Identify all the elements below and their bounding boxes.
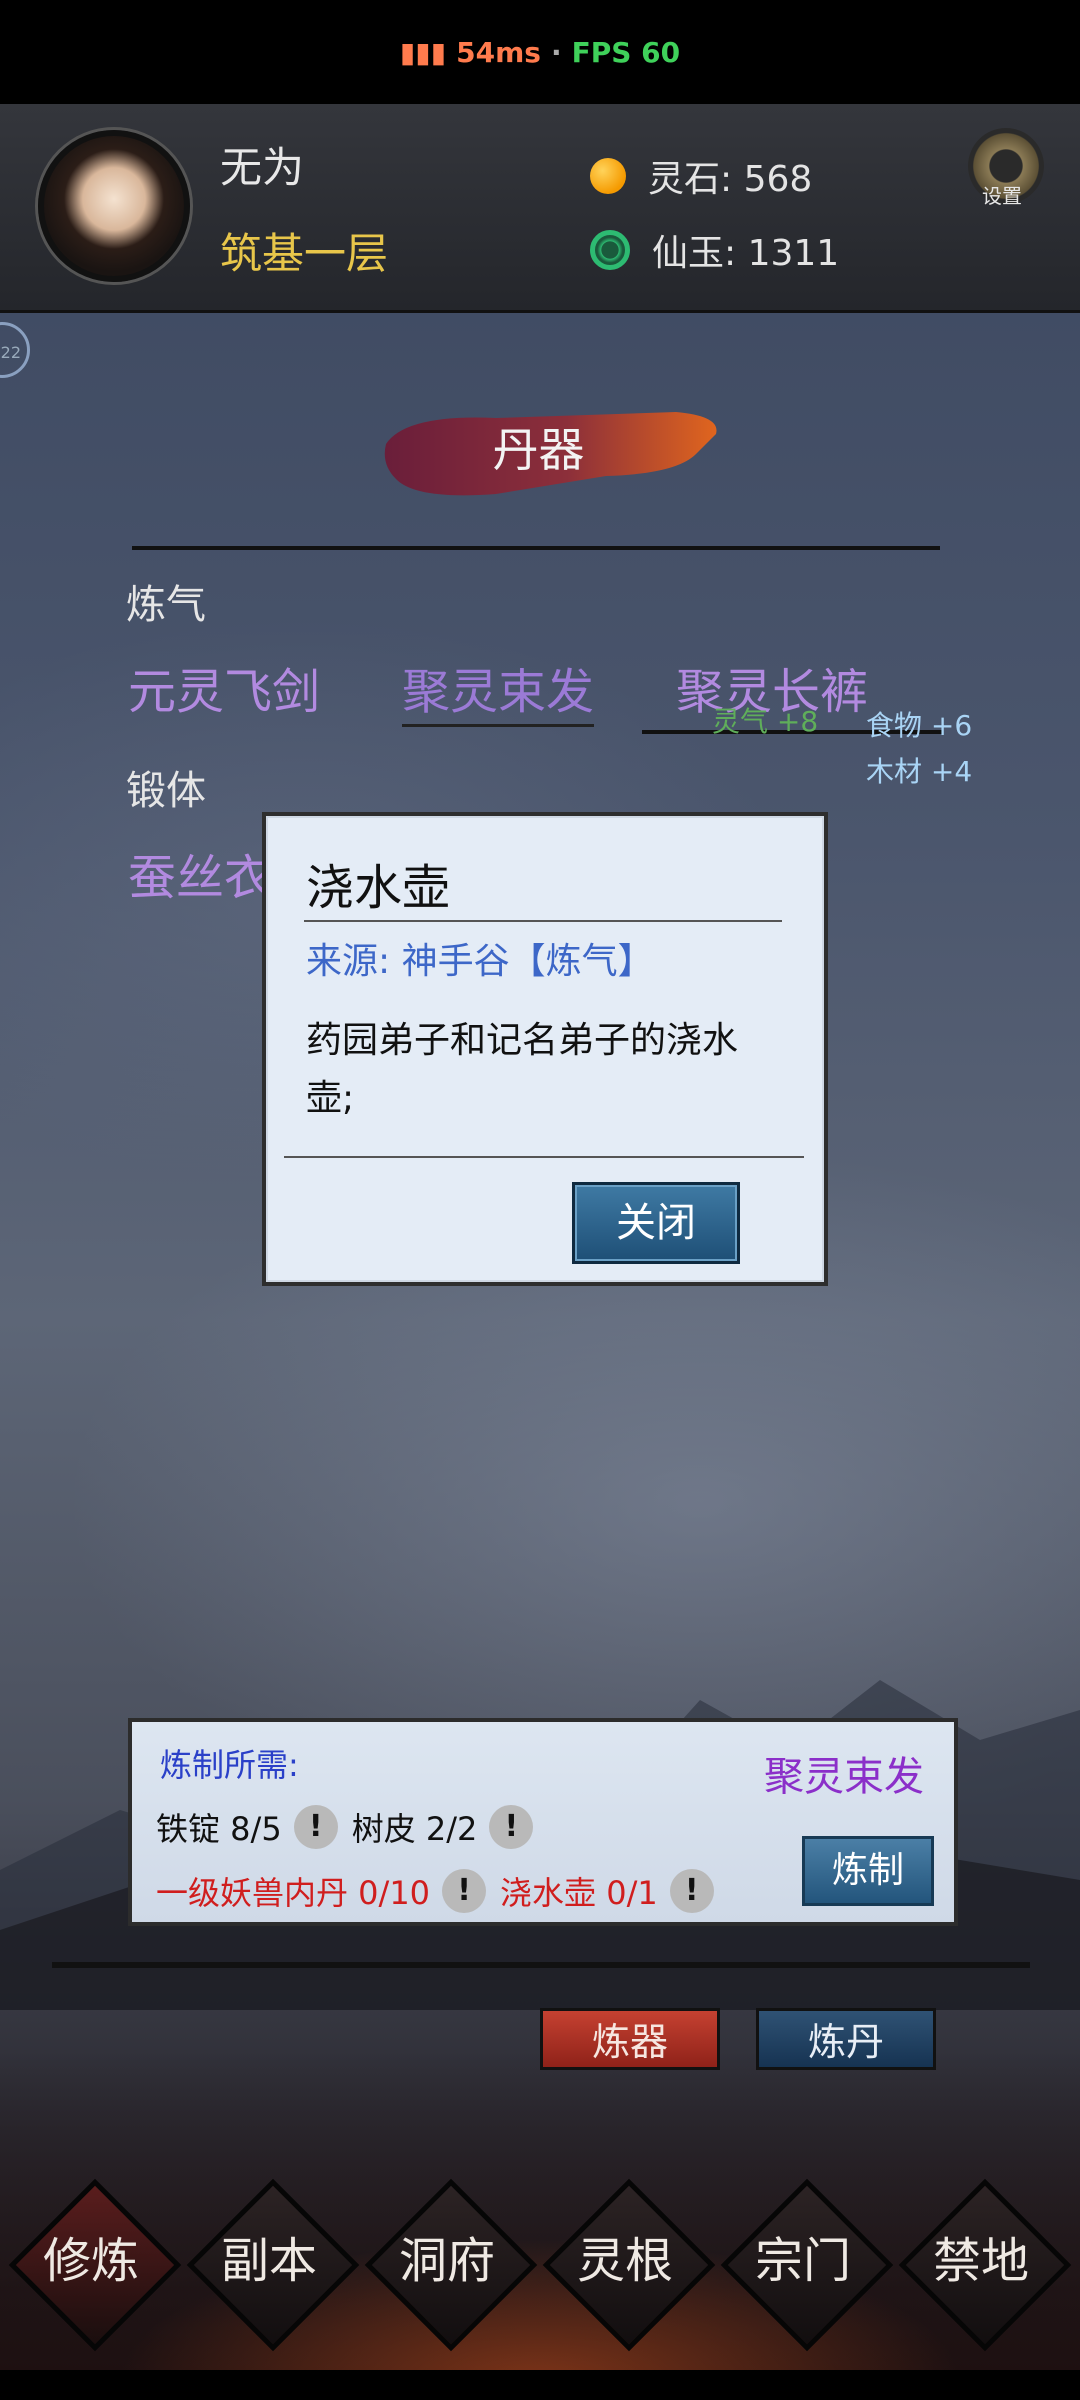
item-yuanling-sword[interactable]: 元灵飞剑 <box>128 652 320 722</box>
avatar[interactable] <box>38 130 190 282</box>
title-divider <box>132 546 940 550</box>
info-icon[interactable]: ! <box>293 1805 338 1849</box>
spirit-stone-count: 灵石: 568 <box>648 159 813 200</box>
nav-cave[interactable]: 洞府 <box>364 2178 538 2352</box>
nav-cultivate[interactable]: 修炼 <box>8 2178 182 2352</box>
nav-label: 副本 <box>220 2233 317 2289</box>
section-label-qi-refining: 炼气 <box>126 582 206 628</box>
tab-alchemy[interactable]: 炼丹 <box>756 2008 936 2070</box>
latency-text: 54ms <box>456 35 541 69</box>
bottom-divider <box>52 1962 1030 1968</box>
material-beast-core: 一级妖兽内丹 0/10 <box>156 1874 431 1912</box>
status-separator: · <box>550 35 562 69</box>
nav-label: 洞府 <box>398 2233 495 2289</box>
nav-forbidden-land[interactable]: 禁地 <box>898 2178 1072 2352</box>
tab-refine-artifact[interactable]: 炼器 <box>540 2008 720 2070</box>
materials-row: 一级妖兽内丹 0/10 ! 浇水壶 0/1 ! <box>156 1868 728 1914</box>
modal-divider-top <box>304 920 782 922</box>
craft-button[interactable]: 炼制 <box>802 1836 934 1906</box>
player-header: 无为 筑基一层 灵石: 568 仙玉: 1311 设置 <box>0 104 1080 313</box>
modal-title: 浇水壶 <box>306 860 451 916</box>
close-button[interactable]: 关闭 <box>572 1182 740 1264</box>
nav-label: 禁地 <box>932 2233 1029 2289</box>
modal-divider-bottom <box>284 1156 804 1158</box>
player-name: 无为 <box>220 143 305 192</box>
gain-wood: 木材 +4 <box>866 755 973 788</box>
info-icon[interactable]: ! <box>489 1805 534 1849</box>
info-icon[interactable]: ! <box>669 1869 714 1913</box>
material-bark: 树皮 2/2 <box>351 1810 478 1848</box>
item-juling-hairband[interactable]: 聚灵束发 <box>402 652 595 727</box>
gain-spirit: 灵气 +8 <box>712 705 819 738</box>
gain-food: 食物 +6 <box>866 709 973 742</box>
spirit-stone-row: 灵石: 568 <box>590 150 812 202</box>
item-silk-robe[interactable]: 蚕丝衣 <box>128 838 272 908</box>
signal-icon: ▮▮▮ <box>399 35 447 69</box>
materials-row: 铁锭 8/5 ! 树皮 2/2 ! <box>156 1804 547 1850</box>
item-info-modal: 浇水壶 来源: 神手谷【炼气】 药园弟子和记名弟子的浇水壶; 关闭 <box>266 816 824 1282</box>
nav-label: 灵根 <box>576 2233 673 2289</box>
info-icon[interactable]: ! <box>442 1869 487 1913</box>
status-bar: ▮▮▮ 54ms · FPS 60 <box>0 0 1080 104</box>
requirements-label: 炼制所需: <box>160 1746 299 1784</box>
page-title: 丹器 <box>492 423 585 477</box>
cultivation-realm: 筑基一层 <box>220 229 389 278</box>
craft-target-name: 聚灵束发 <box>764 1754 924 1800</box>
bottom-nav: 修炼 副本 洞府 灵根 宗门 禁地 <box>0 2160 1080 2360</box>
modal-description: 药园弟子和记名弟子的浇水壶; <box>306 1020 739 1119</box>
gesture-bar <box>0 2370 1080 2400</box>
section-label-body-tempering: 锻体 <box>126 768 206 814</box>
material-watering-can: 浇水壶 0/1 <box>500 1874 658 1912</box>
nav-dungeon[interactable]: 副本 <box>186 2178 360 2352</box>
craft-panel: 炼制所需: 聚灵束发 铁锭 8/5 ! 树皮 2/2 ! 一级妖兽内丹 0/10… <box>128 1718 958 1926</box>
settings-label[interactable]: 设置 <box>982 180 1022 209</box>
jade-icon <box>590 230 630 270</box>
jade-row: 仙玉: 1311 <box>590 224 839 276</box>
nav-spirit-root[interactable]: 灵根 <box>542 2178 716 2352</box>
nav-sect[interactable]: 宗门 <box>720 2178 894 2352</box>
fps-text: FPS 60 <box>571 35 681 69</box>
modal-source: 来源: 神手谷【炼气】 <box>306 941 654 982</box>
jade-count: 仙玉: 1311 <box>652 233 840 274</box>
spirit-stone-icon <box>590 158 626 194</box>
nav-label: 修炼 <box>42 2233 139 2289</box>
material-iron-ingot: 铁锭 8/5 <box>156 1810 282 1848</box>
nav-label: 宗门 <box>754 2233 851 2289</box>
